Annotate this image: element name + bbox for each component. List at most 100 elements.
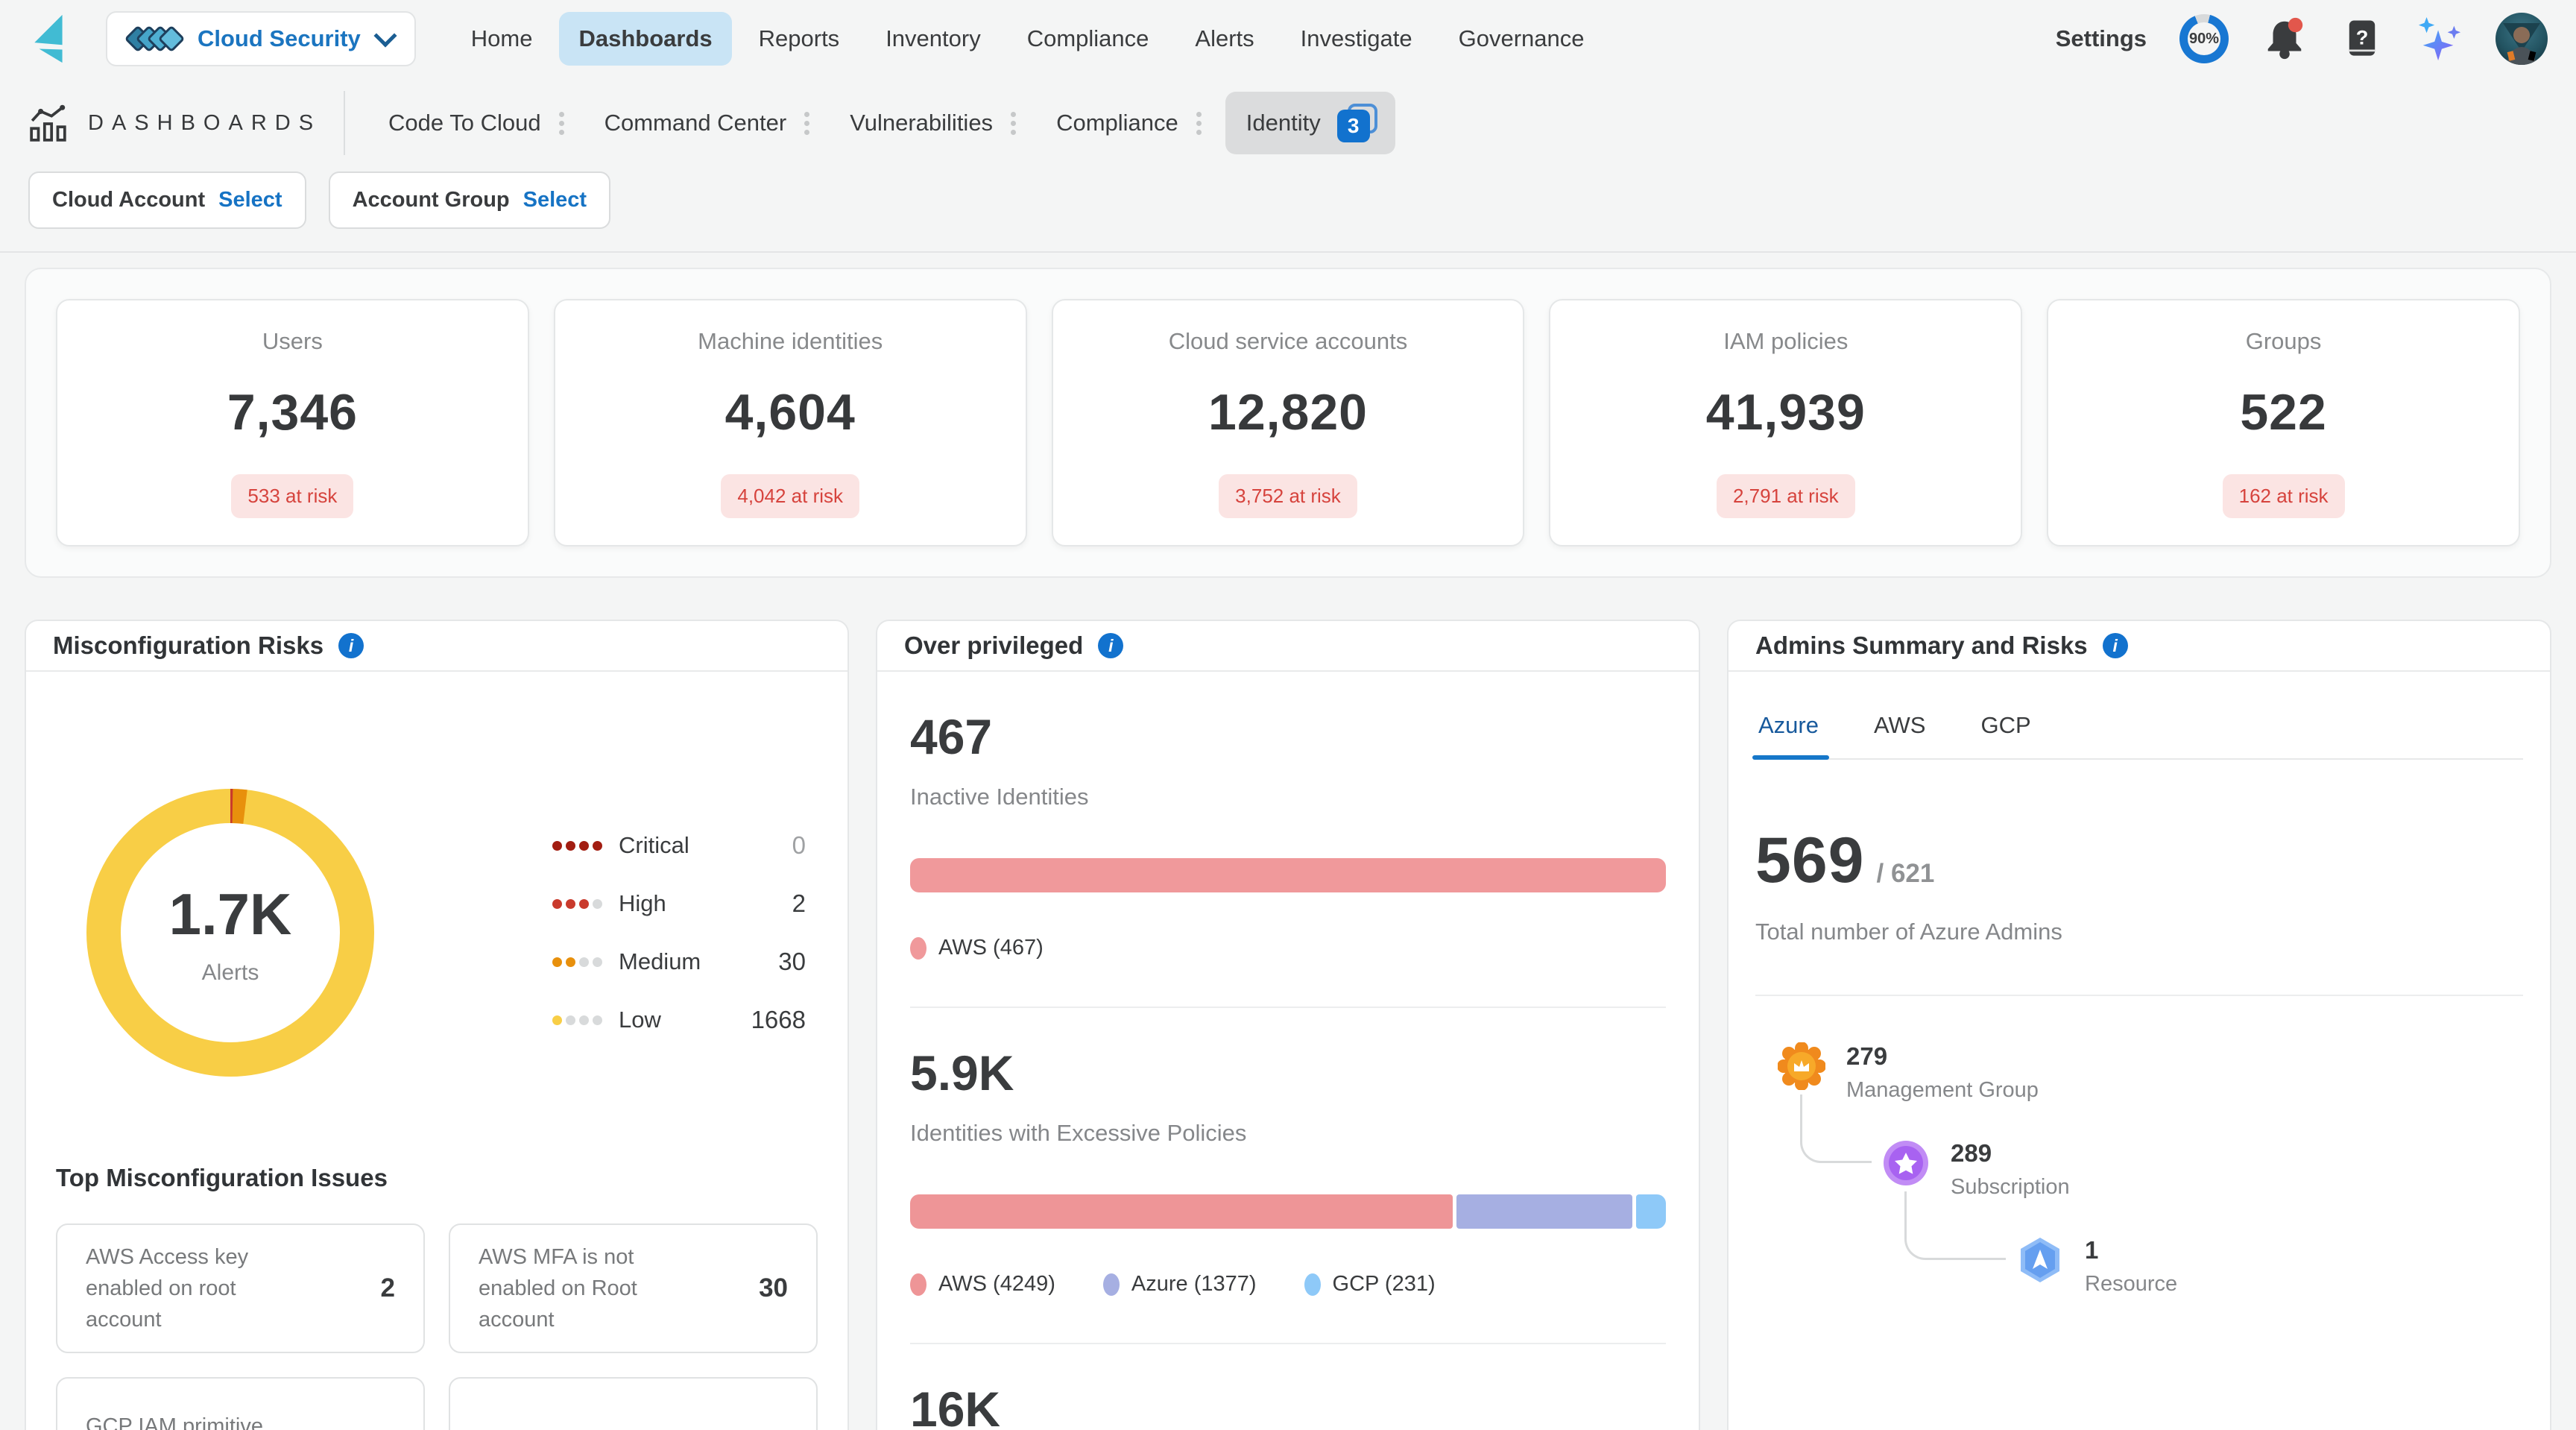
account-group-label: Account Group (352, 188, 510, 212)
stat-card-cloud-service-accounts[interactable]: Cloud service accounts 12,820 3,752 at r… (1051, 299, 1525, 547)
divider (1755, 995, 2523, 996)
excessive-policies-label: Identities with Excessive Policies (910, 1120, 1247, 1146)
filters-bar: Cloud Account Select Account Group Selec… (0, 161, 2576, 253)
at-risk-badge[interactable]: 4,042 at risk (721, 473, 860, 518)
identity-stats-container: Users 7,346 533 at risk Machine identiti… (25, 268, 2551, 578)
stat-title: Cloud service accounts (1168, 327, 1408, 354)
legend-row-medium[interactable]: Medium 30 (552, 948, 806, 976)
tree-connector (1904, 1191, 2006, 1260)
excessive-policies-section: 5.9K Identities with Excessive Policies … (910, 1007, 1666, 1343)
alerts-donut-chart: 1.7K Alerts Critical 0 High 2 Medium 30 … (26, 672, 847, 1089)
nav-dashboards[interactable]: Dashboards (559, 12, 732, 66)
legend-dot-gcp (1304, 1273, 1321, 1296)
stat-title: Machine identities (698, 327, 883, 354)
identity-tab-label: Identity (1246, 110, 1321, 136)
stat-card-machine-identities[interactable]: Machine identities 4,604 4,042 at risk (553, 299, 1027, 547)
cloud-account-select-link[interactable]: Select (218, 188, 282, 212)
nav-home[interactable]: Home (452, 12, 552, 66)
dashboards-bar: DASHBOARDS Code To Cloud Command Center … (0, 78, 2576, 161)
nav-investigate[interactable]: Investigate (1281, 12, 1432, 66)
usage-progress-ring[interactable]: 90% (2179, 14, 2229, 63)
tab-gcp[interactable]: GCP (1977, 712, 2033, 758)
nav-compliance[interactable]: Compliance (1008, 12, 1169, 66)
kebab-menu-icon[interactable] (1000, 111, 1035, 135)
stat-card-groups[interactable]: Groups 522 162 at risk (2047, 299, 2520, 547)
top-right-cluster: Settings 90% ? (2056, 13, 2548, 65)
severity-dots-icon (552, 840, 602, 851)
top-misconfiguration-issues-title: Top Misconfiguration Issues (56, 1164, 388, 1191)
identity-count-badge: 3 (1336, 104, 1377, 142)
severity-dots-icon (552, 957, 602, 967)
at-risk-badge[interactable]: 3,752 at risk (1219, 473, 1357, 518)
legend-row-high[interactable]: High 2 (552, 889, 806, 918)
nav-alerts[interactable]: Alerts (1175, 12, 1273, 66)
account-group-select-link[interactable]: Select (523, 188, 587, 212)
issue-card[interactable]: GCP IAM primitive roles 733 (56, 1377, 425, 1430)
notifications-bell-icon[interactable] (2261, 16, 2308, 62)
inactive-identities-bar[interactable] (910, 858, 1666, 892)
bar-legend: AWS (4249) Azure (1377) GCP (231) (910, 1272, 1666, 1297)
kebab-menu-icon[interactable] (549, 111, 584, 135)
legend-dot-aws (910, 936, 926, 960)
stat-value: 522 (2240, 383, 2327, 441)
inactive-identities-value: 467 (910, 709, 993, 764)
third-metric-value: 16K (910, 1382, 1001, 1430)
stat-card-users[interactable]: Users 7,346 533 at risk (56, 299, 529, 547)
vertical-divider (344, 91, 346, 155)
legend-row-low[interactable]: Low 1668 (552, 1006, 806, 1034)
inactive-identities-label: Inactive Identities (910, 784, 1089, 810)
panels-row: Misconfiguration Risks i 1.7K Alerts Cri… (25, 620, 2551, 1430)
dashboard-tab-vulnerabilities[interactable]: Vulnerabilities (829, 95, 1000, 151)
dashboard-tab-compliance[interactable]: Compliance (1035, 95, 1186, 151)
at-risk-badge[interactable]: 2,791 at risk (1716, 473, 1855, 518)
severity-legend: Critical 0 High 2 Medium 30 Low 1668 (552, 831, 806, 1034)
issue-card[interactable]: AWS MFA is not enabled on Root account 3… (449, 1223, 818, 1353)
azure-scope-tree: 279 Management Group 289 Subscription 1 … (1755, 1033, 2523, 1430)
top-nav: Cloud Security Home Dashboards Reports I… (0, 0, 2576, 78)
azure-admins-total: / 621 (1876, 859, 1935, 888)
legend-row-critical[interactable]: Critical 0 (552, 831, 806, 860)
kebab-menu-icon[interactable] (1186, 111, 1221, 135)
tab-aws[interactable]: AWS (1871, 712, 1928, 758)
ai-sparkles-icon[interactable] (2416, 16, 2463, 62)
issue-card[interactable]: GCP User managed 424 (449, 1377, 818, 1430)
dashboard-tab-command-center[interactable]: Command Center (584, 95, 795, 151)
account-group-filter[interactable]: Account Group Select (328, 171, 611, 229)
nav-reports[interactable]: Reports (739, 12, 859, 66)
cloud-account-filter[interactable]: Cloud Account Select (28, 171, 306, 229)
kebab-menu-icon[interactable] (794, 111, 829, 135)
help-book-icon[interactable]: ? (2340, 16, 2384, 62)
resource-hexagon-icon (2021, 1238, 2059, 1282)
info-icon[interactable]: i (2102, 633, 2128, 658)
excessive-policies-bar[interactable] (910, 1194, 1666, 1229)
user-avatar[interactable] (2496, 13, 2548, 65)
azure-admins-value: 569 (1755, 825, 1865, 896)
at-risk-badge[interactable]: 162 at risk (2222, 473, 2345, 518)
stat-title: Groups (2245, 327, 2322, 354)
dashboard-tab-code-to-cloud[interactable]: Code To Cloud (367, 95, 549, 151)
donut-center-value: 1.7K (168, 881, 292, 947)
stat-card-iam-policies[interactable]: IAM policies 41,939 2,791 at risk (1549, 299, 2023, 547)
donut-center-label: Alerts (201, 960, 259, 985)
dashboard-tab-identity[interactable]: Identity 3 (1225, 92, 1395, 154)
issue-card[interactable]: AWS Access key enabled on root account 2 (56, 1223, 425, 1353)
settings-button[interactable]: Settings (2056, 25, 2147, 52)
stat-title: Users (262, 327, 323, 354)
tab-azure[interactable]: Azure (1752, 712, 1829, 760)
dashboards-title: DASHBOARDS (28, 103, 321, 143)
info-icon[interactable]: i (338, 633, 364, 658)
nav-inventory[interactable]: Inventory (866, 12, 1000, 66)
inactive-identities-section: 467 Inactive Identities AWS (467) (910, 672, 1666, 1007)
dashboards-chart-icon (30, 104, 66, 142)
info-icon[interactable]: i (1098, 633, 1124, 658)
brand-logo-icon[interactable] (28, 13, 72, 65)
product-switcher[interactable]: Cloud Security (106, 11, 416, 66)
panel-title: Admins Summary and Risks (1755, 631, 2088, 659)
stat-value: 7,346 (227, 383, 358, 441)
subscription-star-icon (1884, 1141, 1928, 1185)
cloud-provider-tabs: Azure AWS GCP (1752, 712, 2523, 760)
stat-value: 12,820 (1208, 383, 1368, 441)
nav-governance[interactable]: Governance (1439, 12, 1604, 66)
admins-summary-panel: Admins Summary and Risks i Azure AWS GCP… (1727, 620, 2551, 1430)
at-risk-badge[interactable]: 533 at risk (231, 473, 354, 518)
